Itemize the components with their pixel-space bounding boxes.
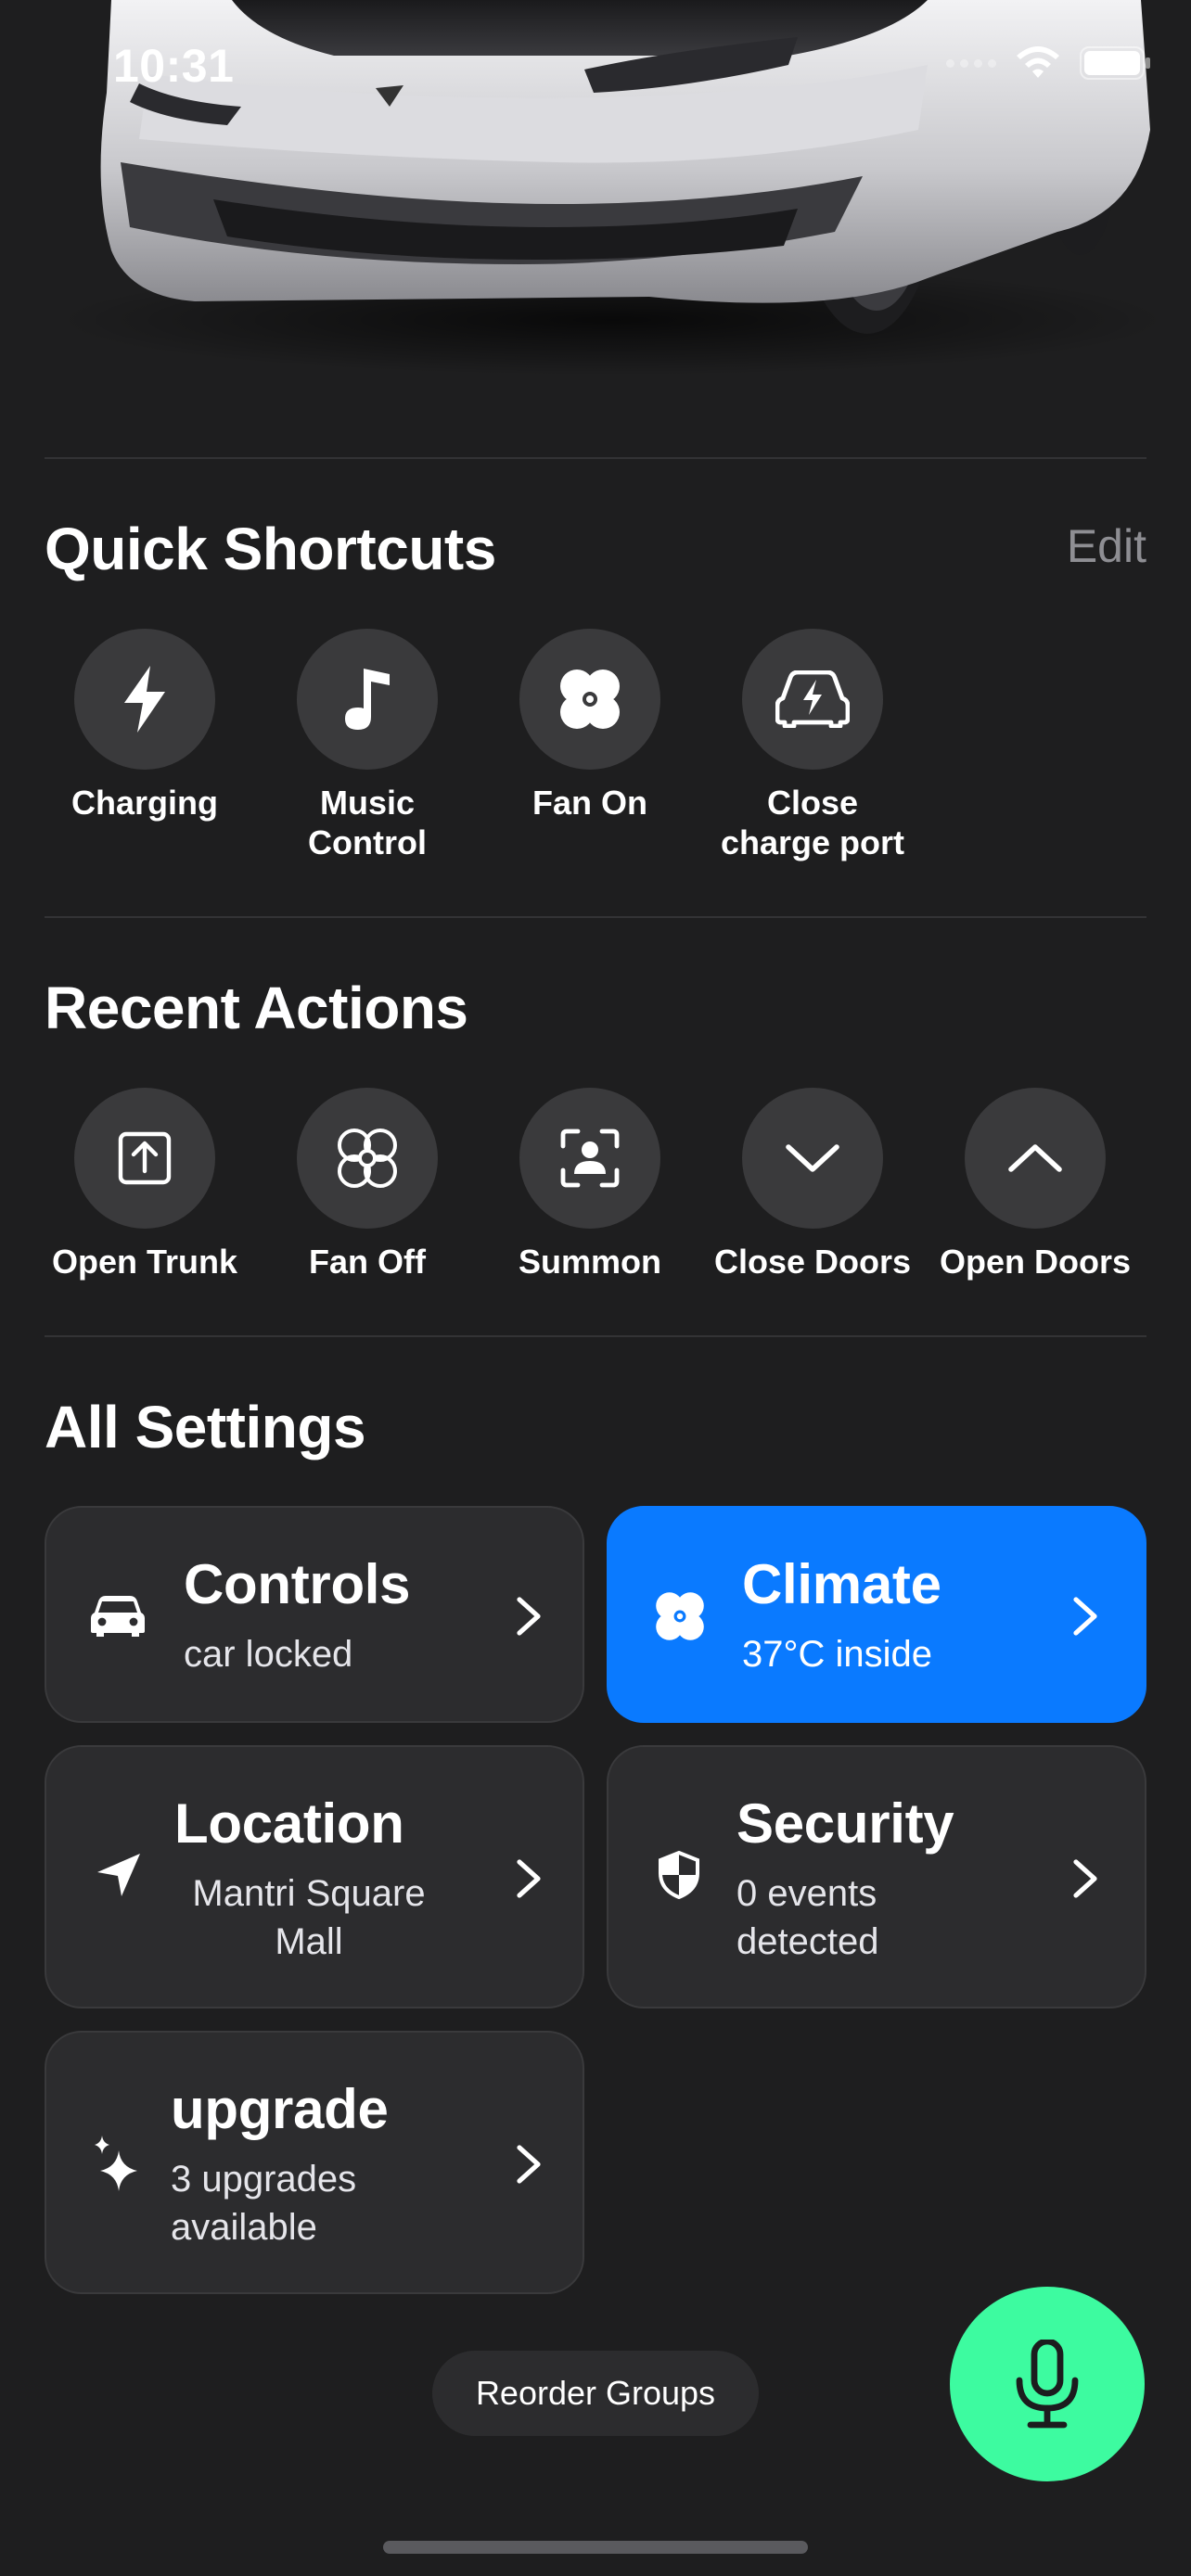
shortcut-label: Close charge port [720,784,905,861]
status-time: 10:31 [113,40,235,92]
shortcut-music-button[interactable] [297,629,438,770]
car-charging-icon [775,670,850,728]
recent-summon-button[interactable] [519,1088,660,1229]
app-screen: 10:31 Quick Shortcuts Edit Charging Musi… [0,0,1191,2576]
shortcut-close-charge-port[interactable]: Close charge port [701,629,924,862]
card-subtitle: 0 events detected [736,1873,879,1962]
card-subtitle: car locked [184,1634,353,1675]
shortcut-label: Music Control [308,784,427,861]
settings-card-security[interactable]: Security 0 events detected [607,1745,1146,2009]
recent-close-doors-button[interactable] [742,1088,883,1229]
divider [45,457,1146,459]
voice-command-button[interactable] [950,2287,1145,2481]
recent-label: Open Doors [939,1243,1131,1281]
settings-card-location[interactable]: Location Mantri Square Mall [45,1745,584,2009]
microphone-icon [1016,2340,1079,2429]
fan-icon [653,1589,707,1643]
status-icons [946,45,1152,82]
edit-shortcuts-button[interactable]: Edit [1067,519,1146,573]
trunk-open-icon [118,1131,172,1185]
shortcut-label: Fan On [532,784,647,822]
fan-icon [560,670,620,729]
battery-icon [1080,46,1150,80]
shortcut-close-charge-port-button[interactable] [742,629,883,770]
recent-summon[interactable]: Summon [479,1088,701,1282]
card-title: Controls [184,1553,411,1615]
divider [45,916,1146,918]
chevron-up-icon [1008,1144,1062,1172]
recent-fan-off-button[interactable] [297,1088,438,1229]
chevron-right-icon [516,1596,542,1641]
card-title: Location [174,1792,404,1855]
settings-card-controls[interactable]: Controls car locked [45,1506,584,1723]
quick-shortcuts-title: Quick Shortcuts [45,516,496,582]
shortcut-charging[interactable]: Charging [33,629,256,823]
cellular-signal-icon [946,58,996,68]
card-subtitle: Mantri Square Mall [192,1873,426,1962]
summon-icon [560,1129,620,1188]
chevron-right-icon [1072,1858,1098,1904]
card-title: Climate [742,1553,941,1615]
shortcut-label: Charging [71,784,218,822]
all-settings-title: All Settings [45,1394,366,1460]
shortcut-charging-button[interactable] [74,629,215,770]
reorder-groups-button[interactable]: Reorder Groups [432,2351,759,2436]
recent-open-trunk-button[interactable] [74,1088,215,1229]
recent-label: Open Trunk [51,1243,238,1281]
bolt-icon [124,666,165,733]
location-arrow-icon [95,1851,143,1899]
card-subtitle: 37°C inside [742,1634,932,1675]
settings-card-upgrade[interactable]: upgrade 3 upgrades available [45,2031,584,2294]
divider [45,1335,1146,1337]
recent-open-doors-button[interactable] [965,1088,1106,1229]
recent-fan-off[interactable]: Fan Off [256,1088,479,1282]
chevron-right-icon [1072,1596,1098,1641]
chevron-right-icon [516,2144,542,2189]
car-icon [89,1593,147,1639]
recent-open-doors[interactable]: Open Doors [924,1088,1146,1282]
music-note-icon [345,669,390,730]
recent-close-doors[interactable]: Close Doors [701,1088,924,1282]
shortcut-fan-on[interactable]: Fan On [479,629,701,823]
wifi-icon [1017,46,1059,78]
card-title: upgrade [171,2078,389,2140]
recent-label: Fan Off [309,1243,426,1281]
sparkles-icon [91,2135,143,2192]
shield-icon [657,1851,701,1899]
chevron-right-icon [516,1858,542,1904]
fan-outline-icon [338,1129,397,1188]
recent-actions-title: Recent Actions [45,975,468,1041]
recent-label: Summon [518,1243,661,1281]
card-title: Security [736,1792,954,1855]
chevron-down-icon [786,1144,839,1172]
shortcut-fan-on-button[interactable] [519,629,660,770]
settings-card-climate[interactable]: Climate 37°C inside [607,1506,1146,1723]
card-subtitle: 3 upgrades available [171,2159,357,2248]
recent-label: Close Doors [713,1243,912,1281]
shortcut-music-control[interactable]: Music Control [256,629,479,862]
home-indicator[interactable] [383,2541,808,2554]
recent-open-trunk[interactable]: Open Trunk [33,1088,256,1282]
